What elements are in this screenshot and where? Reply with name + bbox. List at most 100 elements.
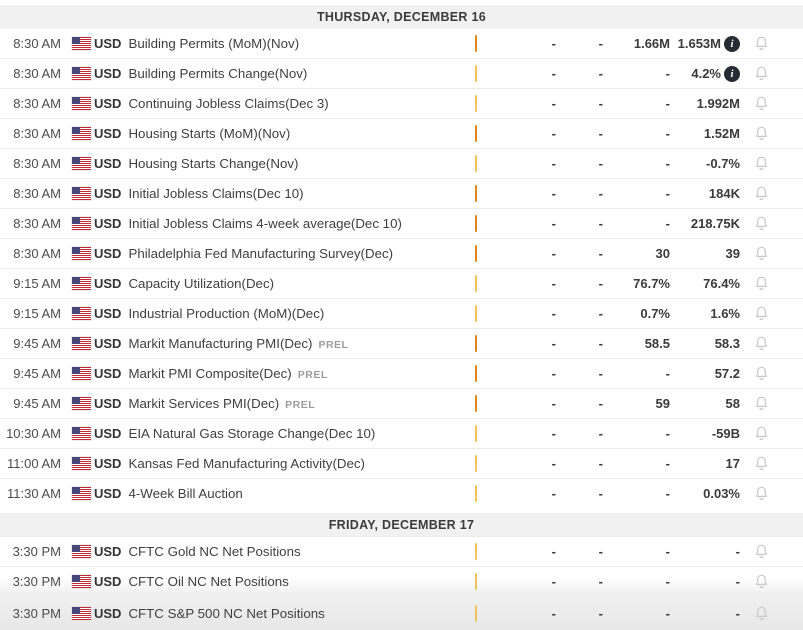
deviation-value: - — [598, 216, 603, 231]
alert-bell-icon[interactable] — [753, 95, 770, 112]
actual-value: - — [551, 186, 556, 201]
event-name[interactable]: Housing Starts (MoM)(Nov) — [128, 126, 290, 141]
event-row[interactable]: 10:30 AM USD EIA Natural Gas Storage Cha… — [0, 418, 803, 448]
alert-bell-icon[interactable] — [753, 35, 770, 52]
previous-value: 1.6% — [710, 306, 740, 321]
event-row[interactable]: 8:30 AM USD Building Permits Change(Nov)… — [0, 58, 803, 88]
previous-value: 58 — [725, 396, 740, 411]
us-flag-icon — [72, 457, 91, 470]
impact-cell — [475, 245, 515, 262]
event-row[interactable]: 8:30 AM USD Initial Jobless Claims(Dec 1… — [0, 178, 803, 208]
impact-bar — [475, 215, 477, 232]
impact-bar — [475, 425, 477, 442]
event-row[interactable]: 9:15 AM USD Industrial Production (MoM)(… — [0, 298, 803, 328]
us-flag-icon — [72, 397, 91, 410]
consensus-value: - — [665, 366, 670, 381]
event-row[interactable]: 8:30 AM USD Housing Starts Change(Nov) -… — [0, 148, 803, 178]
event-row[interactable]: 8:30 AM USD Building Permits (MoM)(Nov) … — [0, 28, 803, 58]
currency-label: USD — [94, 606, 122, 621]
event-time: 8:30 AM — [13, 156, 61, 171]
event-name[interactable]: 4-Week Bill Auction — [128, 486, 242, 501]
alert-bell-icon[interactable] — [753, 365, 770, 382]
event-row[interactable]: 9:45 AM USD Markit PMI Composite(Dec) PR… — [0, 358, 803, 388]
event-row[interactable]: 3:30 PM USD CFTC S&P 500 NC Net Position… — [0, 596, 803, 630]
alert-bell-icon[interactable] — [753, 543, 770, 560]
event-row[interactable]: 9:45 AM USD Markit Manufacturing PMI(Dec… — [0, 328, 803, 358]
impact-cell — [475, 35, 515, 52]
alert-bell-icon[interactable] — [753, 335, 770, 352]
deviation-value: - — [598, 96, 603, 111]
impact-bar — [475, 543, 477, 560]
event-name[interactable]: Continuing Jobless Claims(Dec 3) — [128, 96, 328, 111]
us-flag-icon — [72, 545, 91, 558]
deviation-value: - — [598, 486, 603, 501]
info-icon[interactable]: i — [724, 65, 740, 82]
event-name[interactable]: Industrial Production (MoM)(Dec) — [128, 306, 324, 321]
impact-cell — [475, 95, 515, 112]
alert-bell-icon[interactable] — [753, 605, 770, 622]
actual-value: - — [551, 456, 556, 471]
prel-badge: PREL — [285, 399, 316, 411]
previous-value: 1.992M — [696, 96, 740, 111]
event-row[interactable]: 11:00 AM USD Kansas Fed Manufacturing Ac… — [0, 448, 803, 478]
event-row[interactable]: 8:30 AM USD Philadelphia Fed Manufacturi… — [0, 238, 803, 268]
alert-bell-icon[interactable] — [753, 65, 770, 82]
event-name[interactable]: Initial Jobless Claims(Dec 10) — [128, 186, 303, 201]
impact-cell — [475, 485, 515, 502]
event-name[interactable]: CFTC Gold NC Net Positions — [128, 544, 300, 559]
event-row[interactable]: 9:45 AM USD Markit Services PMI(Dec) PRE… — [0, 388, 803, 418]
event-time: 8:30 AM — [13, 66, 61, 81]
alert-bell-icon[interactable] — [753, 485, 770, 502]
day-section: FRIDAY, DECEMBER 17 3:30 PM USD CFTC Gol… — [0, 513, 803, 630]
event-row[interactable]: 8:30 AM USD Continuing Jobless Claims(De… — [0, 88, 803, 118]
alert-bell-icon[interactable] — [753, 215, 770, 232]
alert-bell-icon[interactable] — [753, 455, 770, 472]
event-name[interactable]: Initial Jobless Claims 4-week average(De… — [128, 216, 401, 231]
event-row[interactable]: 8:30 AM USD Initial Jobless Claims 4-wee… — [0, 208, 803, 238]
event-row[interactable]: 9:15 AM USD Capacity Utilization(Dec) - … — [0, 268, 803, 298]
event-name[interactable]: Markit Services PMI(Dec) — [128, 396, 279, 411]
us-flag-icon — [72, 187, 91, 200]
event-name[interactable]: Markit PMI Composite(Dec) — [128, 366, 291, 381]
event-name[interactable]: Markit Manufacturing PMI(Dec) — [128, 336, 312, 351]
event-row[interactable]: 11:30 AM USD 4-Week Bill Auction - - - 0… — [0, 478, 803, 508]
event-name[interactable]: Kansas Fed Manufacturing Activity(Dec) — [128, 456, 365, 471]
deviation-value: - — [598, 246, 603, 261]
us-flag-icon — [72, 487, 91, 500]
alert-bell-icon[interactable] — [753, 185, 770, 202]
alert-bell-icon[interactable] — [753, 573, 770, 590]
currency-label: USD — [94, 544, 122, 559]
event-row[interactable]: 3:30 PM USD CFTC Oil NC Net Positions - … — [0, 566, 803, 596]
alert-bell-icon[interactable] — [753, 395, 770, 412]
deviation-value: - — [598, 36, 603, 51]
impact-bar — [475, 305, 477, 322]
event-name[interactable]: Housing Starts Change(Nov) — [128, 156, 298, 171]
alert-bell-icon[interactable] — [753, 245, 770, 262]
event-name[interactable]: EIA Natural Gas Storage Change(Dec 10) — [128, 426, 375, 441]
event-name[interactable]: Building Permits Change(Nov) — [128, 66, 307, 81]
alert-bell-icon[interactable] — [753, 305, 770, 322]
us-flag-icon — [72, 217, 91, 230]
previous-value: 76.4% — [703, 276, 740, 291]
impact-cell — [475, 185, 515, 202]
consensus-value: - — [665, 66, 670, 81]
alert-bell-icon[interactable] — [753, 275, 770, 292]
previous-value: 57.2 — [714, 366, 740, 381]
consensus-value: - — [665, 96, 670, 111]
info-icon[interactable]: i — [724, 35, 740, 52]
event-name[interactable]: CFTC S&P 500 NC Net Positions — [128, 606, 324, 621]
consensus-value: 59 — [655, 396, 670, 411]
event-row[interactable]: 3:30 PM USD CFTC Gold NC Net Positions -… — [0, 536, 803, 566]
alert-bell-icon[interactable] — [753, 125, 770, 142]
alert-bell-icon[interactable] — [753, 425, 770, 442]
previous-value: 184K — [708, 186, 740, 201]
event-name[interactable]: Philadelphia Fed Manufacturing Survey(De… — [128, 246, 393, 261]
alert-bell-icon[interactable] — [753, 155, 770, 172]
actual-value: - — [551, 396, 556, 411]
event-name[interactable]: Building Permits (MoM)(Nov) — [128, 36, 299, 51]
consensus-value: 1.66M — [633, 36, 670, 51]
event-row[interactable]: 8:30 AM USD Housing Starts (MoM)(Nov) - … — [0, 118, 803, 148]
event-name[interactable]: Capacity Utilization(Dec) — [128, 276, 274, 291]
event-name[interactable]: CFTC Oil NC Net Positions — [128, 574, 288, 589]
event-time: 11:30 AM — [7, 486, 61, 501]
